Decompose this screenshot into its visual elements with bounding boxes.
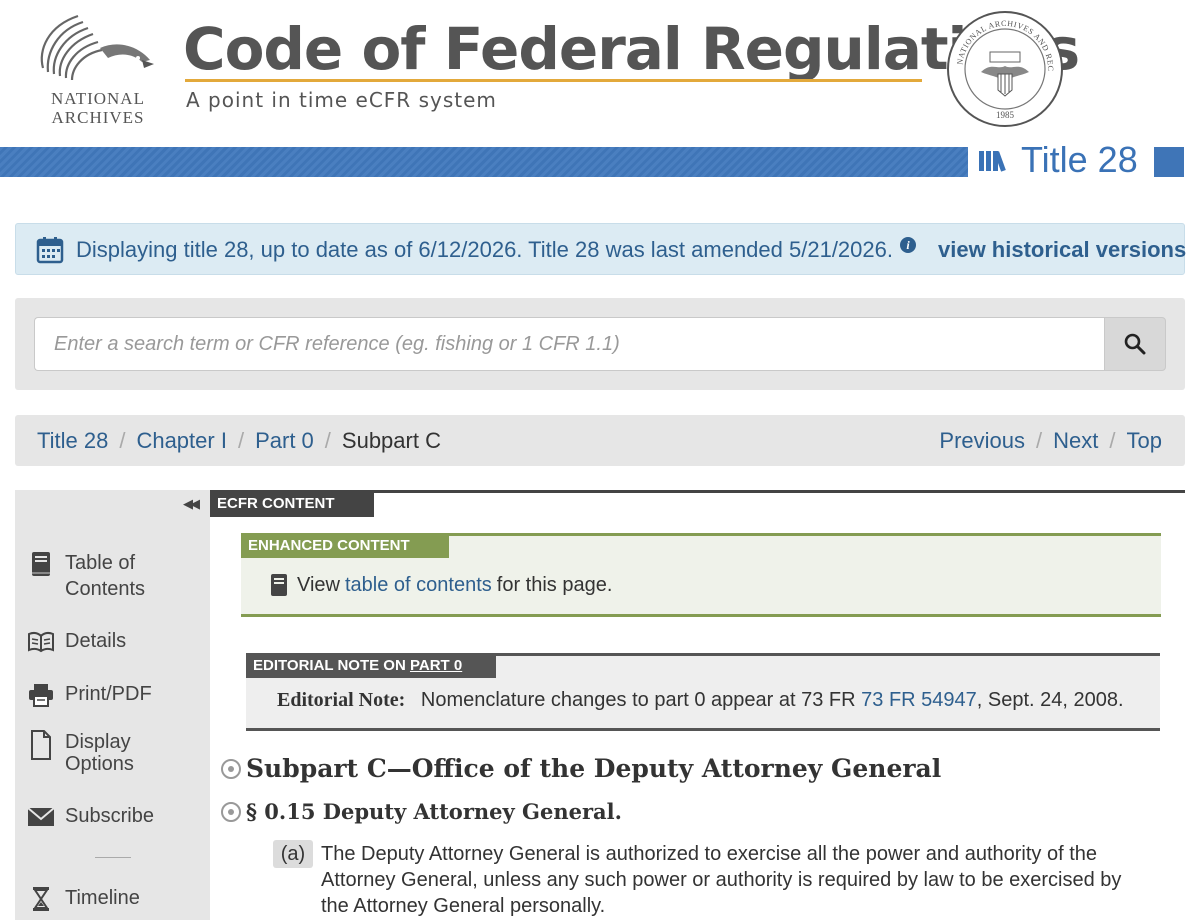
search-panel: [15, 298, 1185, 390]
paragraph-a: (a) The Deputy Attorney General is autho…: [273, 840, 1153, 919]
editorial-note-label: Editorial Note:: [277, 689, 406, 711]
books-icon: [979, 151, 1006, 172]
search-icon: [1124, 333, 1146, 355]
editorial-note-text: Editorial Note: Nomenclature changes to …: [277, 689, 1124, 712]
section-heading: § 0.15 Deputy Attorney General.: [246, 799, 622, 824]
sidebar-item-subscribe[interactable]: Subscribe: [27, 803, 154, 831]
subpart-heading-row: Subpart C—Office of the Deputy Attorney …: [221, 754, 941, 783]
info-icon[interactable]: i: [900, 237, 916, 253]
printer-icon: [27, 681, 55, 709]
editorial-note-box: EDITORIAL NOTE ON PART 0 Editorial Note:…: [246, 653, 1160, 731]
enhanced-content-box: ENHANCED CONTENT View table of contents …: [241, 533, 1161, 617]
breadcrumb-chapter-i[interactable]: Chapter I: [136, 428, 227, 454]
part-0-link[interactable]: PART 0: [410, 657, 462, 674]
title-band: [0, 147, 968, 177]
subpart-heading: Subpart C—Office of the Deputy Attorney …: [246, 754, 942, 783]
sidebar-label: Details: [65, 630, 127, 652]
calendar-icon: [36, 237, 64, 264]
title-band-end: [1154, 147, 1184, 177]
nav-separator: /: [1036, 428, 1043, 453]
currency-message: Displaying title 28, up to date as of 6/…: [76, 237, 893, 262]
sidebar-item-timeline[interactable]: Timeline: [27, 885, 140, 913]
sidebar: ◀◀ Table of Contents Details Print/PDF D…: [15, 490, 210, 920]
section-heading-row: § 0.15 Deputy Attorney General.: [221, 799, 622, 824]
sidebar-label: Contents: [65, 578, 146, 600]
previous-link[interactable]: Previous: [939, 428, 1025, 454]
search-button[interactable]: [1104, 317, 1166, 371]
breadcrumb-separator: /: [237, 428, 245, 453]
sidebar-item-print-pdf[interactable]: Print/PDF: [27, 681, 152, 709]
sidebar-label: Subscribe: [65, 805, 154, 827]
sidebar-label: Options: [65, 753, 134, 775]
subpart-target-icon[interactable]: [221, 758, 241, 779]
editorial-note-body: Nomenclature changes to part 0 appear at…: [420, 689, 856, 711]
logo-line-national: NATIONAL: [51, 89, 145, 108]
paragraph-marker[interactable]: (a): [273, 840, 313, 868]
search-input[interactable]: [34, 317, 1106, 371]
eagle-icon: [40, 14, 154, 81]
editorial-note-date: , Sept. 24, 2008.: [976, 689, 1124, 711]
seal-icon: NATIONAL ARCHIVES AND RECORDS ADMINISTRA…: [942, 3, 1063, 127]
logo-line-archives: ARCHIVES: [51, 108, 145, 127]
sidebar-label: Table of: [65, 552, 136, 574]
enhanced-content-tab: ENHANCED CONTENT: [241, 533, 449, 558]
hourglass-icon: [27, 885, 55, 913]
book-icon: [27, 550, 55, 578]
nav-separator: /: [1109, 428, 1116, 453]
title-band-label[interactable]: Title 28: [977, 139, 1138, 180]
top-link[interactable]: Top: [1127, 428, 1162, 454]
paragraph-text: The Deputy Attorney General is authorize…: [321, 843, 1122, 917]
title-underline: [185, 79, 922, 82]
title-number: Title 28: [1021, 139, 1138, 180]
document-icon: [27, 730, 55, 760]
sidebar-item-display-options[interactable]: Display Options: [27, 730, 134, 775]
breadcrumb: Title 28 / Chapter I / Part 0 / Subpart …: [15, 415, 1185, 466]
open-book-icon: [27, 628, 55, 656]
breadcrumb-part-0[interactable]: Part 0: [255, 428, 314, 454]
envelope-icon: [27, 803, 55, 831]
breadcrumb-separator: /: [119, 428, 126, 453]
breadcrumb-title-28[interactable]: Title 28: [37, 428, 108, 454]
ecfr-content: ECFR CONTENT ENHANCED CONTENT View table…: [210, 490, 1185, 920]
enhanced-view-text: View: [297, 573, 340, 596]
sidebar-label: Timeline: [65, 887, 140, 909]
sidebar-label: Print/PDF: [65, 683, 152, 705]
book-icon: [271, 574, 287, 596]
sidebar-divider: [95, 857, 131, 858]
nara-seal: NATIONAL ARCHIVES AND RECORDS ADMINISTRA…: [942, 3, 1064, 128]
collapse-sidebar-icon[interactable]: ◀◀: [183, 496, 200, 512]
table-of-contents-link[interactable]: table of contents: [345, 574, 492, 597]
next-link[interactable]: Next: [1053, 428, 1098, 454]
site-header: NATIONAL ARCHIVES Code of Federal Regula…: [0, 0, 1200, 145]
sidebar-item-details[interactable]: Details: [27, 628, 126, 656]
sidebar-label: Display: [65, 731, 131, 753]
editorial-tab-text: EDITORIAL NOTE ON: [253, 657, 406, 674]
sidebar-item-table-of-contents[interactable]: Table of Contents: [27, 550, 145, 602]
enhanced-content-line: View table of contents for this page.: [269, 573, 612, 597]
svg-text:1985: 1985: [996, 110, 1015, 120]
editorial-note-tab: EDITORIAL NOTE ON PART 0: [246, 653, 496, 678]
currency-info-bar: Displaying title 28, up to date as of 6/…: [15, 223, 1186, 275]
enhanced-post-text: for this page.: [496, 573, 613, 596]
breadcrumb-current: Subpart C: [341, 428, 441, 453]
ecfr-content-tab: ECFR CONTENT: [210, 490, 374, 517]
breadcrumb-separator: /: [324, 428, 331, 453]
view-historical-versions-link[interactable]: view historical versions: [938, 237, 1186, 263]
section-target-icon[interactable]: [221, 801, 241, 822]
site-subtitle: A point in time eCFR system: [186, 88, 497, 112]
site-title[interactable]: Code of Federal Regulations: [183, 16, 1080, 82]
fr-citation-link[interactable]: 73 FR 54947: [861, 689, 977, 711]
national-archives-logo[interactable]: NATIONAL ARCHIVES: [38, 12, 158, 127]
